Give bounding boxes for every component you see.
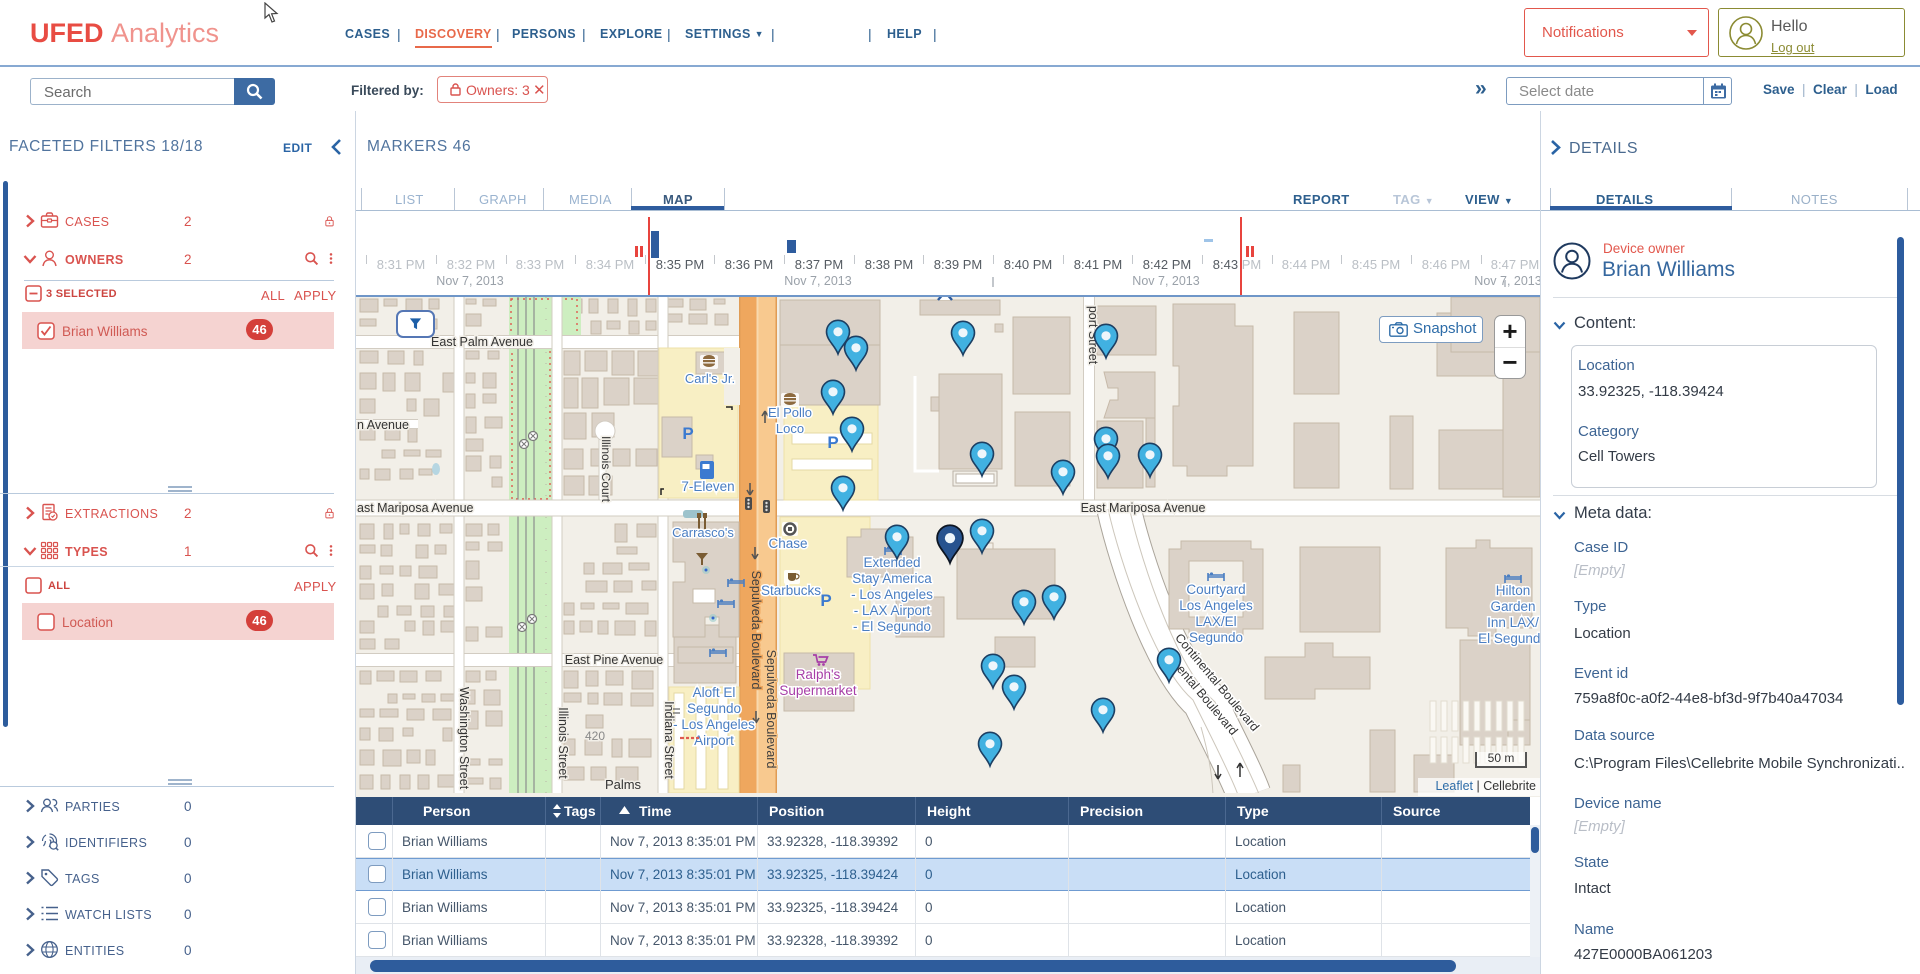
svg-text:Palms: Palms (605, 777, 642, 792)
svg-text:Carrasco's: Carrasco's (672, 525, 734, 540)
svg-text:P: P (820, 591, 831, 610)
svg-text:- LAX Airport: - LAX Airport (854, 603, 931, 618)
svg-text:P: P (682, 424, 693, 443)
svg-text:P: P (827, 433, 838, 452)
svg-text:Illinois Court: Illinois Court (599, 436, 613, 503)
svg-text:Washington Street: Washington Street (457, 687, 471, 790)
svg-text:East Palm Avenue: East Palm Avenue (431, 335, 533, 349)
svg-text:- Los Angeles: - Los Angeles (851, 587, 933, 602)
svg-text:Illinois Street: Illinois Street (556, 707, 570, 779)
svg-text:n Avenue: n Avenue (357, 418, 409, 432)
svg-text:420: 420 (585, 729, 605, 743)
svg-text:Extended: Extended (863, 555, 920, 570)
svg-text:El Pollo: El Pollo (768, 405, 812, 420)
svg-text:Los Angeles: Los Angeles (1179, 598, 1253, 613)
svg-text:Stay America: Stay America (852, 571, 932, 586)
svg-text:Chase: Chase (768, 536, 807, 551)
svg-text:El Segundo: El Segundo (1478, 631, 1540, 646)
svg-text:Carl's Jr.: Carl's Jr. (685, 371, 735, 386)
svg-text:Ralph's: Ralph's (796, 667, 841, 682)
svg-text:Airport: Airport (694, 733, 734, 748)
svg-text:7-Eleven: 7-Eleven (681, 479, 734, 494)
svg-text:East Pine Avenue: East Pine Avenue (565, 653, 664, 667)
svg-text:Segundo: Segundo (687, 701, 741, 716)
svg-text:Supermarket: Supermarket (779, 683, 857, 698)
svg-text:Starbucks: Starbucks (761, 583, 821, 598)
svg-text:Garden: Garden (1490, 599, 1535, 614)
svg-text:Hilton: Hilton (1496, 583, 1531, 598)
svg-text:- El Segundo: - El Segundo (853, 619, 931, 634)
svg-text:ast Mariposa Avenue: ast Mariposa Avenue (357, 501, 474, 515)
svg-text:Aloft El: Aloft El (693, 685, 736, 700)
svg-text:Courtyard: Courtyard (1186, 582, 1245, 597)
svg-text:Inn LAX/: Inn LAX/ (1487, 615, 1539, 630)
svg-text:East Mariposa Avenue: East Mariposa Avenue (1081, 501, 1206, 515)
svg-text:Sepulveda Boulevard: Sepulveda Boulevard (764, 650, 778, 769)
svg-text:- Los Angeles: - Los Angeles (673, 717, 755, 732)
svg-text:Segundo: Segundo (1189, 630, 1243, 645)
svg-text:LAX/El: LAX/El (1195, 614, 1236, 629)
svg-text:Loco: Loco (776, 421, 804, 436)
